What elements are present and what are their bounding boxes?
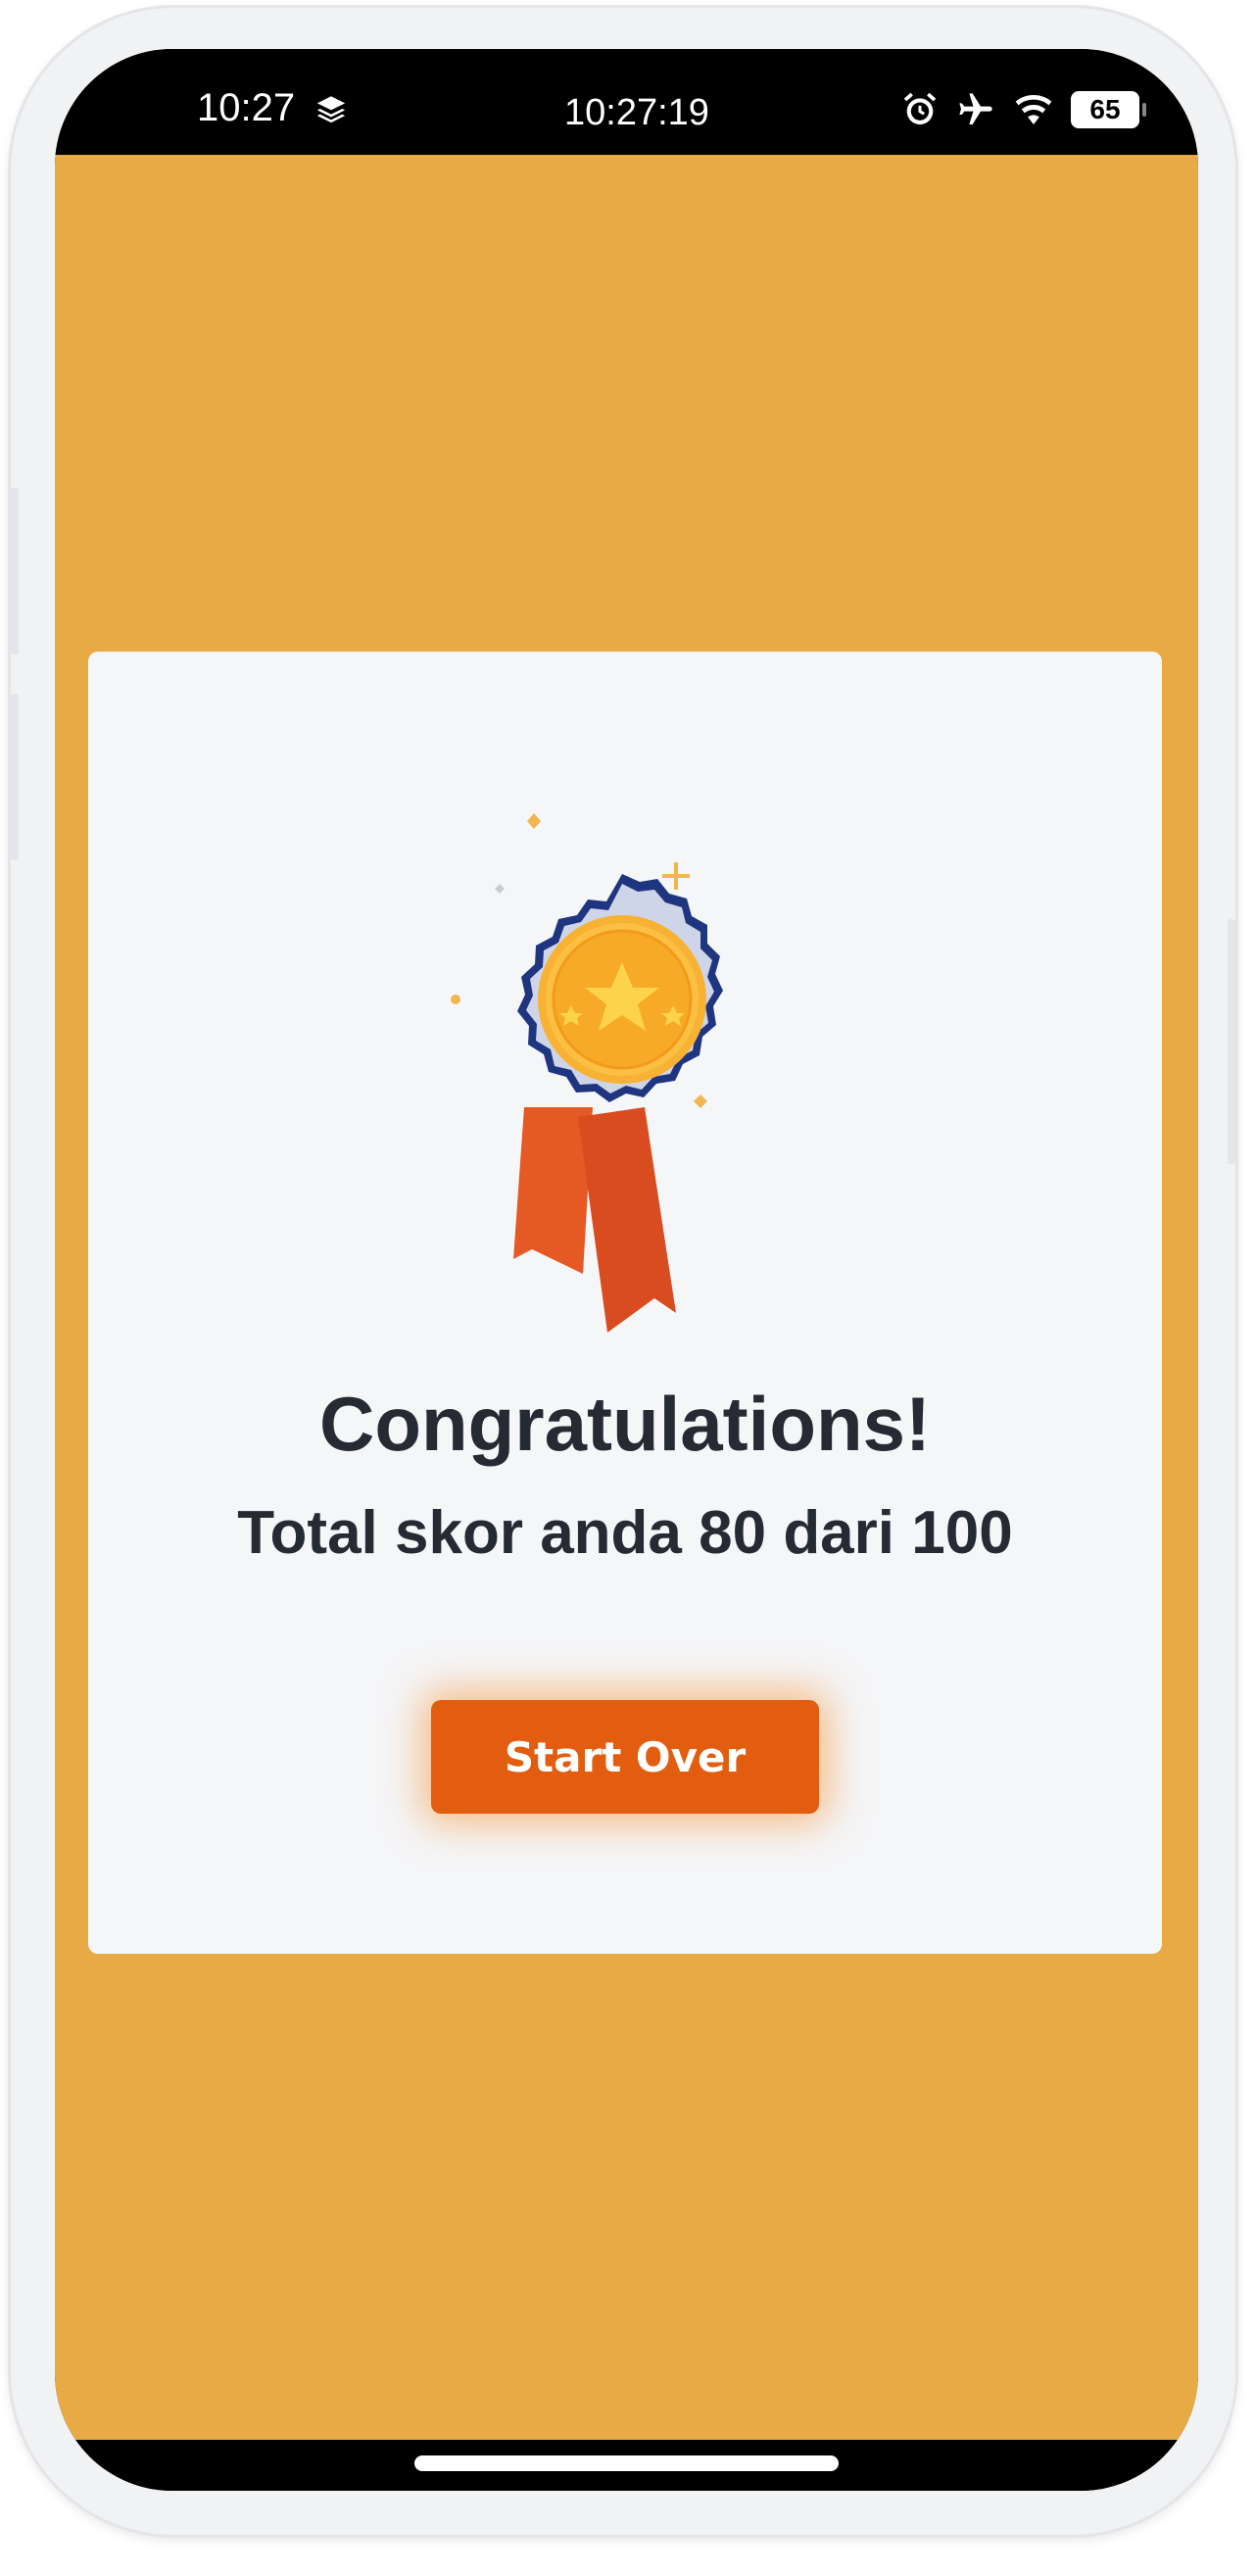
- battery-level: 65: [1089, 94, 1121, 124]
- volume-up-button: [11, 488, 19, 655]
- result-card: Congratulations! Total skor anda 80 dari…: [88, 652, 1162, 1954]
- status-bar: 10:27 10:27:19 65: [55, 49, 1198, 155]
- layers-icon: [316, 96, 346, 123]
- battery-tip: [1142, 103, 1146, 117]
- score-text: Total skor anda 80 dari 100: [237, 1499, 1013, 1567]
- navigation-bar: [55, 2440, 1198, 2491]
- status-icons: 65: [900, 88, 1146, 131]
- start-over-button[interactable]: Start Over: [431, 1700, 819, 1814]
- battery-icon: 65: [1071, 91, 1146, 128]
- home-indicator[interactable]: [414, 2455, 839, 2471]
- power-button: [1228, 919, 1235, 1164]
- award-medal-icon: [451, 813, 723, 1333]
- volume-down-button: [11, 694, 19, 860]
- airplane-icon: [959, 93, 992, 124]
- wifi-icon: [1015, 95, 1052, 124]
- congratulations-title: Congratulations!: [319, 1381, 931, 1467]
- phone-screen: 10:27 10:27:19 65 Congratulations! Total…: [55, 49, 1198, 2491]
- alarm-icon: [903, 92, 937, 124]
- status-time: 10:27: [197, 86, 296, 129]
- status-clock-seconds: 10:27:19: [564, 92, 709, 133]
- quiz-result-screen: Congratulations! Total skor anda 80 dari…: [55, 155, 1198, 2440]
